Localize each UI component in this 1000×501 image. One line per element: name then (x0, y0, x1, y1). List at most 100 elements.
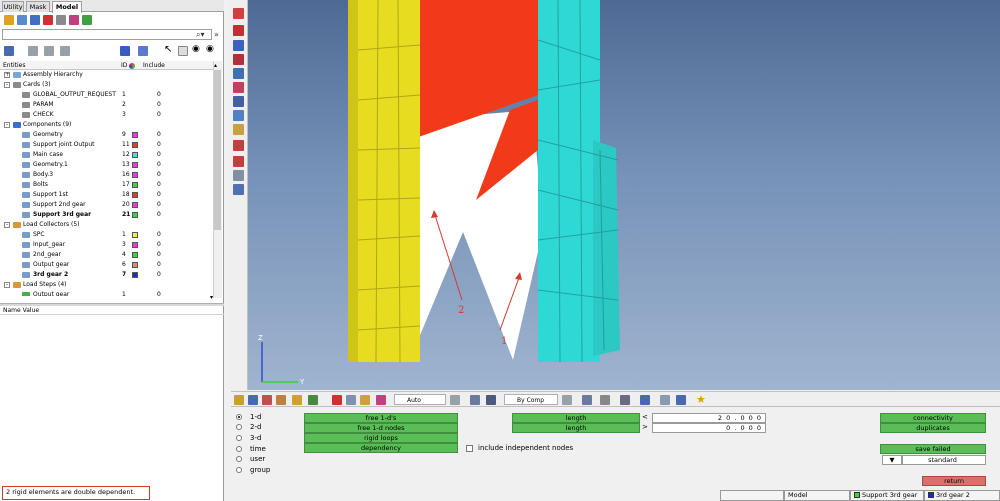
rotate-icon[interactable] (360, 395, 370, 405)
open-icon[interactable] (234, 395, 244, 405)
comp-display-icon[interactable] (233, 8, 244, 19)
magnet-icon[interactable] (233, 96, 244, 107)
tab-mask[interactable]: Mask (26, 1, 50, 12)
free-1d-nodes-button[interactable]: free 1-d nodes (304, 423, 458, 433)
entities-column-header[interactable]: Entities (3, 61, 25, 70)
duplicates-button[interactable]: duplicates (880, 423, 986, 433)
save-failed-button[interactable]: save failed (880, 444, 986, 454)
expand-toggle-icon[interactable]: - (4, 222, 10, 228)
color-swatch[interactable] (132, 132, 138, 138)
eye-icon[interactable]: ◉ (192, 44, 200, 54)
tree-item[interactable]: PARAM 2 0 (0, 100, 213, 110)
status-current-component[interactable]: Support 3rd gear (850, 490, 924, 501)
length-greater-button[interactable]: length (512, 423, 640, 433)
color-swatch[interactable] (132, 262, 138, 268)
show-icon[interactable] (28, 46, 38, 56)
hide-icon[interactable] (44, 46, 54, 56)
section-icon[interactable] (233, 184, 244, 195)
tree-item[interactable]: Output gear 1 0 (0, 290, 213, 296)
render-icon[interactable] (486, 395, 496, 405)
tree-item[interactable]: Input_gear 3 0 (0, 240, 213, 250)
auto-dropdown[interactable]: Auto (394, 394, 446, 405)
pan-icon[interactable] (376, 395, 386, 405)
color-column-icon[interactable] (129, 63, 135, 69)
save-icon[interactable] (248, 395, 258, 405)
tree-folder[interactable]: - Components (9) (0, 120, 213, 130)
tree-item[interactable]: Bolts 17 0 (0, 180, 213, 190)
tree-item[interactable]: Geometry 9 0 (0, 130, 213, 140)
tree-item[interactable]: GLOBAL_OUTPUT_REQUEST 1 0 (0, 90, 213, 100)
search-icon[interactable]: ⌕▾ (196, 30, 205, 39)
tree-item[interactable]: Main case 12 0 (0, 150, 213, 160)
mask-icon[interactable] (233, 25, 244, 36)
label-abc2-icon[interactable] (233, 156, 244, 167)
redo-icon[interactable] (308, 395, 318, 405)
line-mode-icon[interactable] (600, 395, 610, 405)
free-1ds-button[interactable]: free 1-d's (304, 413, 458, 423)
color-swatch[interactable] (132, 252, 138, 258)
tree-folder[interactable]: + Assembly Hierarchy (0, 70, 213, 80)
tree-item[interactable]: Support joint Output 11 0 (0, 140, 213, 150)
include-independent-checkbox[interactable] (466, 445, 473, 452)
length-less-button[interactable]: length (512, 413, 640, 423)
graphics-viewport[interactable]: 2 1 Z Y (248, 0, 1000, 390)
color-swatch[interactable] (132, 182, 138, 188)
assembly-icon[interactable] (17, 15, 27, 25)
display-all-icon[interactable] (4, 46, 14, 56)
tree-item[interactable]: Support 3rd gear 21 0 (0, 210, 213, 220)
load-collector-icon[interactable] (69, 15, 79, 25)
color-swatch[interactable] (132, 242, 138, 248)
color-swatch[interactable] (132, 192, 138, 198)
shaded-icon[interactable] (120, 46, 130, 56)
color-swatch[interactable] (132, 142, 138, 148)
display-mode-icon[interactable] (450, 395, 460, 405)
tree-item[interactable]: SPC 1 0 (0, 230, 213, 240)
color-swatch[interactable] (132, 162, 138, 168)
connectivity-button[interactable]: connectivity (880, 413, 986, 423)
color-swatch[interactable] (132, 152, 138, 158)
load-step-icon[interactable] (82, 15, 92, 25)
color-swatch[interactable] (132, 272, 138, 278)
tab-utility[interactable]: Utility (2, 1, 24, 12)
normals-icon[interactable] (233, 82, 244, 93)
wireframe-icon[interactable] (138, 46, 148, 56)
tree-item[interactable]: Body.3 16 0 (0, 170, 213, 180)
status-current-loadcol[interactable]: 3rd gear 2 (924, 490, 1000, 501)
tree-folder[interactable]: - Cards (3) (0, 80, 213, 90)
component-icon[interactable] (4, 15, 14, 25)
tree-item[interactable]: Geometry.1 13 0 (0, 160, 213, 170)
cursor-icon[interactable]: ↖ (164, 44, 172, 55)
mesh-mode-icon[interactable] (562, 395, 572, 405)
tree-item[interactable]: Output gear 6 0 (0, 260, 213, 270)
tree-item[interactable]: 3rd gear 2 7 0 (0, 270, 213, 280)
bycomp-dropdown[interactable]: By Comp (504, 394, 558, 405)
undo-icon[interactable] (292, 395, 302, 405)
length-min-field[interactable]: 0 . 0 0 0 (652, 423, 766, 433)
tree-folder[interactable]: - Load Collectors (5) (0, 220, 213, 230)
dependency-button[interactable]: dependency (304, 443, 458, 453)
return-button[interactable]: return (922, 476, 986, 486)
color-swatch[interactable] (132, 202, 138, 208)
tree-item[interactable]: Support 2nd gear 20 0 (0, 200, 213, 210)
color-icon[interactable] (233, 54, 244, 65)
clip-icon[interactable] (233, 170, 244, 181)
expand-toggle-icon[interactable]: - (4, 82, 10, 88)
screen-icon[interactable] (676, 395, 686, 405)
label-abc-icon[interactable] (233, 140, 244, 151)
include-column-header[interactable]: Include (143, 61, 165, 70)
shrink-icon[interactable] (233, 68, 244, 79)
export-icon[interactable] (276, 395, 286, 405)
isolate-icon[interactable] (60, 46, 70, 56)
browser-search-input[interactable] (2, 29, 212, 40)
material-icon[interactable] (30, 15, 40, 25)
solid-mode-icon[interactable] (640, 395, 650, 405)
id-column-header[interactable]: ID (121, 61, 127, 70)
length-max-field[interactable]: 2 0 . 0 0 0 (652, 413, 766, 423)
view-controls-icon[interactable] (660, 395, 670, 405)
tree-item[interactable]: Support 1st 18 0 (0, 190, 213, 200)
shade-icon[interactable] (470, 395, 480, 405)
tree-item[interactable]: CHECK 3 0 (0, 110, 213, 120)
surface-mode-icon[interactable] (620, 395, 630, 405)
delete-icon[interactable] (332, 395, 342, 405)
color-swatch[interactable] (132, 232, 138, 238)
